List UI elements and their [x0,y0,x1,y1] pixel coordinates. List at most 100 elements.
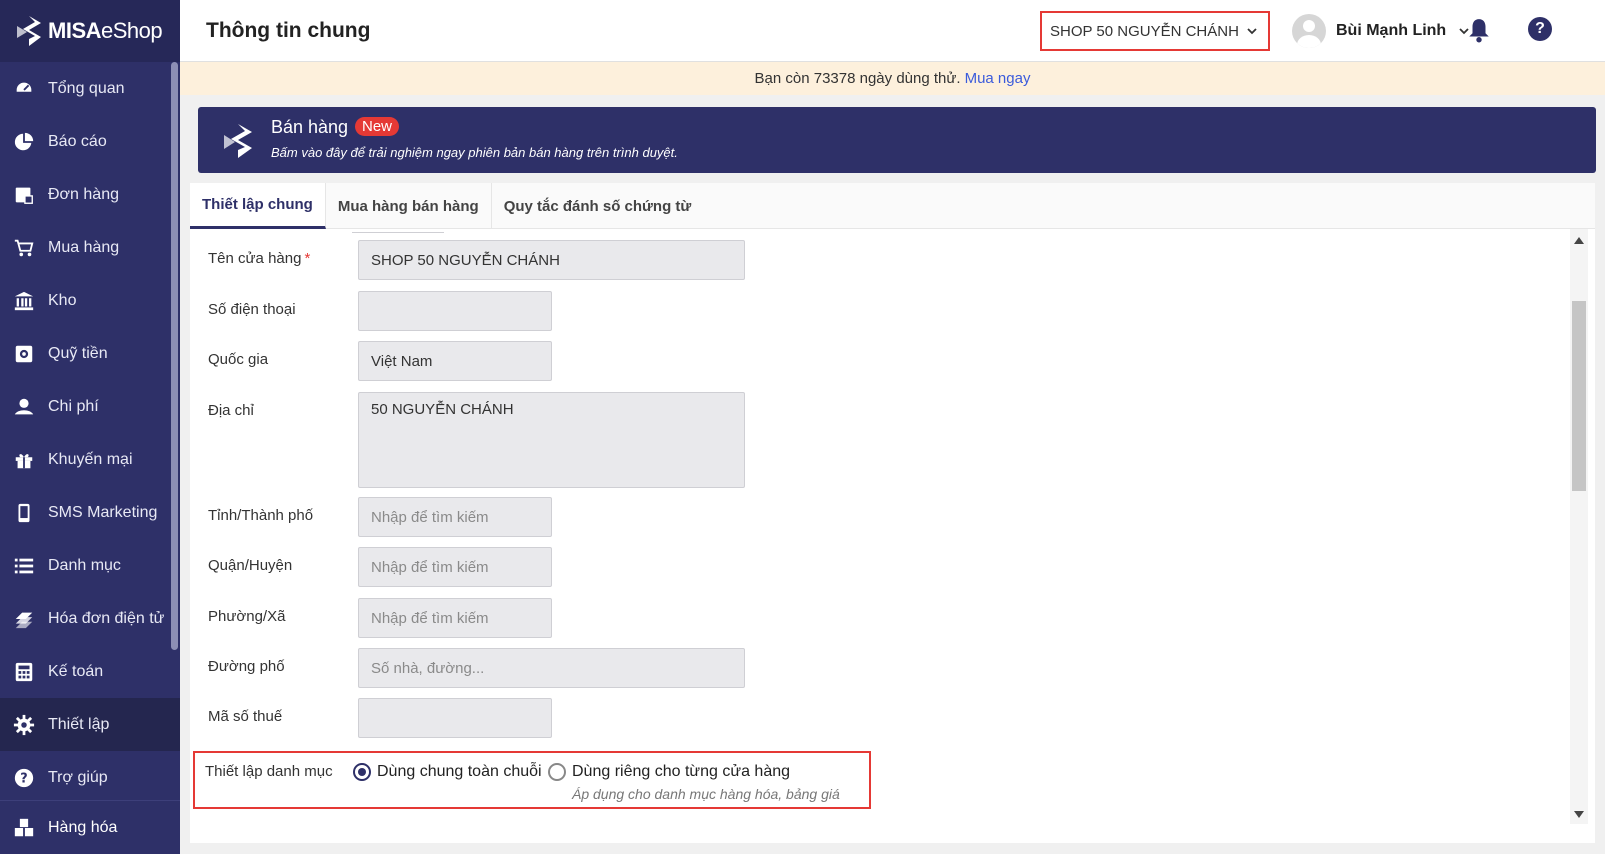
scroll-down-icon[interactable] [1574,811,1584,818]
tax-label: Mã số thuế [208,708,283,725]
help-icon[interactable]: ? [1528,17,1552,41]
settings-tabs: Thiết lập chung Mua hàng bán hàng Quy tắ… [190,183,1595,229]
field-edge [352,229,444,233]
logo[interactable]: MISAeShop [0,0,180,62]
sidebar-item-hang-hoa[interactable]: Hàng hóa [0,800,180,854]
help-icon: ? [12,766,36,790]
province-label: Tỉnh/Thành phố [208,507,314,524]
scroll-thumb[interactable] [1572,301,1586,491]
sidebar-item-label: Kế toán [48,662,104,680]
chevron-down-icon [1247,28,1257,35]
page-title: Thông tin chung [206,19,371,42]
radio-shared-catalog[interactable]: Dùng chung toàn chuỗi [353,763,542,781]
sidebar-item-calculator[interactable]: Kế toán [0,645,180,698]
tab-document-numbering[interactable]: Quy tắc đánh số chứng từ [492,183,704,229]
general-info-form: Tên cửa hàng * SHOP 50 NGUYỄN CHÁNH Số đi… [190,229,1570,843]
sidebar-item-label: Trợ giúp [48,768,108,786]
list-icon [12,554,36,578]
gear-icon [12,713,36,737]
street-label: Đường phố [208,658,285,675]
buy-now-link[interactable]: Mua ngay [965,70,1031,87]
address-label: Địa chỉ [208,402,254,419]
phone-label: Số điện thoại [208,301,296,318]
svg-text:?: ? [20,771,27,786]
shop-selector[interactable]: SHOP 50 NGUYỄN CHÁNH [1040,11,1270,51]
row-tax: Mã số thuế [208,698,552,738]
row-address: Địa chỉ 50 NGUYỄN CHÁNH [208,392,745,488]
phone-input[interactable] [358,291,552,331]
sidebar-item-order[interactable]: Đơn hàng [0,168,180,221]
ward-input[interactable]: Nhập để tìm kiếm [358,598,552,638]
address-textarea[interactable]: 50 NGUYỄN CHÁNH [358,392,745,488]
catalog-setting-group: Thiết lập danh mục Dùng chung toàn chuỗi… [193,751,871,809]
sales-logo-icon [224,124,252,158]
sidebar-item-gear[interactable]: Thiết lập [0,698,180,751]
trial-bar: Bạn còn 73378 ngày dùng thử. Mua ngay [180,62,1605,95]
sidebar-item-label: Tổng quan [48,79,125,97]
banner-subtitle: Bấm vào đây để trải nghiệm ngay phiên bả… [271,145,678,160]
calculator-icon [12,660,36,684]
row-country: Quốc gia Việt Nam [208,341,552,381]
sidebar-item-label: Danh mục [48,556,121,574]
sidebar-item-label: Quỹ tiền [48,344,108,362]
boxes-icon [12,816,36,840]
invoice-icon [12,607,36,631]
logo-text: MISAeShop [48,18,163,43]
sales-banner[interactable]: Bán hàng New Bấm vào đây để trải nghiệm … [198,107,1596,173]
row-phone: Số điện thoại [208,291,552,331]
tax-input[interactable] [358,698,552,738]
content-scrollbar[interactable] [1570,229,1588,824]
phone-icon [12,501,36,525]
user-name: Bùi Mạnh Linh [1336,22,1447,39]
sidebar-item-help[interactable]: ? Trợ giúp [0,751,180,804]
catalog-setting-label: Thiết lập danh mục [205,763,333,780]
sidebar-item-dashboard[interactable]: Tổng quan [0,62,180,115]
row-ward: Phường/Xã Nhập để tìm kiếm [208,598,552,638]
sidebar-item-label: Mua hàng [48,238,120,256]
bell-icon[interactable] [1466,17,1492,43]
expense-icon [12,395,36,419]
country-input[interactable]: Việt Nam [358,341,552,381]
row-district: Quận/Huyện Nhập để tìm kiếm [208,547,552,587]
sidebar-item-warehouse[interactable]: Kho [0,274,180,327]
country-label: Quốc gia [208,351,269,368]
store-name-label: Tên cửa hàng * [208,250,311,267]
sidebar-item-invoice[interactable]: Hóa đơn điện tử [0,592,180,645]
user-menu[interactable]: Bùi Mạnh Linh [1292,14,1470,48]
sidebar-item-label: Đơn hàng [48,185,119,203]
tab-purchase-sales[interactable]: Mua hàng bán hàng [326,183,492,229]
warehouse-icon [12,289,36,313]
radio-unchecked-icon [548,763,566,781]
row-store-name: Tên cửa hàng * SHOP 50 NGUYỄN CHÁNH [208,240,745,280]
dashboard-icon [12,77,36,101]
cart-icon [12,236,36,260]
sidebar-item-list[interactable]: Danh mục [0,539,180,592]
sidebar-item-label: Hóa đơn điện tử [48,609,165,627]
app: MISAeShop Tổng quan Báo cáo Đơn hàng Mua hà… [0,0,1605,854]
sidebar-scrollbar[interactable] [171,62,178,650]
sidebar-item-safe[interactable]: Quỹ tiền [0,327,180,380]
sidebar-item-gift[interactable]: Khuyến mại [0,433,180,486]
street-input[interactable]: Số nhà, đường... [358,648,745,688]
row-street: Đường phố Số nhà, đường... [208,648,745,688]
sidebar-item-label: Thiết lập [48,715,110,733]
district-label: Quận/Huyện [208,557,293,574]
gift-icon [12,448,36,472]
trial-text: Bạn còn 73378 ngày dùng thử. [754,70,961,87]
scroll-up-icon[interactable] [1574,237,1584,244]
sidebar-item-expense[interactable]: Chi phí [0,380,180,433]
store-name-input[interactable]: SHOP 50 NGUYỄN CHÁNH [358,240,745,280]
sidebar-item-pie-chart[interactable]: Báo cáo [0,115,180,168]
sidebar-item-cart[interactable]: Mua hàng [0,221,180,274]
sidebar-item-phone[interactable]: SMS Marketing [0,486,180,539]
ward-label: Phường/Xã [208,608,286,625]
sidebar-item-label: Báo cáo [48,132,107,150]
radio-separate-catalog[interactable]: Dùng riêng cho từng cửa hàng [548,763,790,781]
radio-checked-icon [353,763,371,781]
tab-general-settings[interactable]: Thiết lập chung [190,183,326,229]
new-badge: New [355,117,400,136]
sidebar: MISAeShop Tổng quan Báo cáo Đơn hàng Mua hà… [0,0,180,854]
district-input[interactable]: Nhập để tìm kiếm [358,547,552,587]
province-input[interactable]: Nhập để tìm kiếm [358,497,552,537]
order-icon [12,183,36,207]
